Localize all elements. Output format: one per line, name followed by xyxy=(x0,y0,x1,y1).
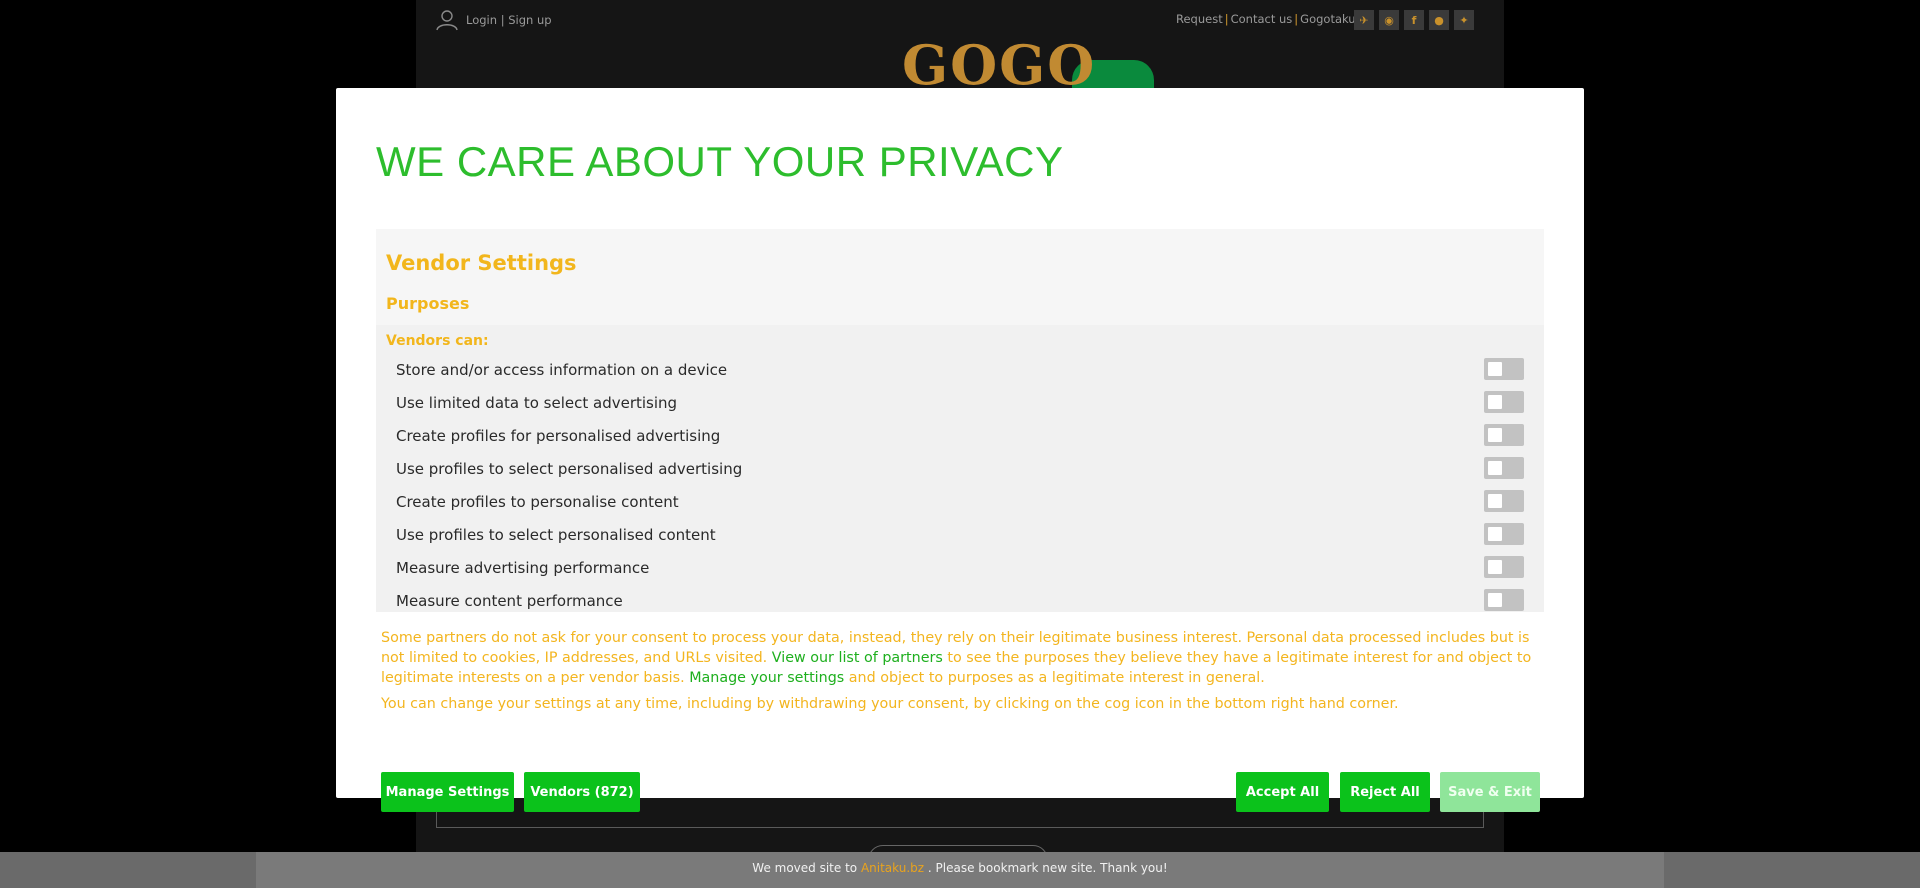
change-settings-text: You can change your settings at any time… xyxy=(381,696,1399,712)
logo-text: GOGO xyxy=(902,33,1097,97)
twitter-icon[interactable]: ✦ xyxy=(1454,10,1474,30)
purpose-label: Create profiles for personalised adverti… xyxy=(396,427,721,445)
toggle-knob xyxy=(1488,593,1502,607)
notice-suffix: . Please bookmark new site. Thank you! xyxy=(924,861,1168,875)
toggle-knob xyxy=(1488,362,1502,376)
modal-title: WE CARE ABOUT YOUR PRIVACY xyxy=(376,138,1064,185)
partners-list-link[interactable]: View our list of partners xyxy=(772,650,943,666)
toggle-knob xyxy=(1488,461,1502,475)
contact-link[interactable]: Contact us xyxy=(1231,12,1293,26)
save-exit-button[interactable]: Save & Exit xyxy=(1440,772,1540,812)
toggle-knob xyxy=(1488,527,1502,541)
purpose-row: Use limited data to select advertising xyxy=(376,388,1544,421)
purpose-toggle[interactable] xyxy=(1484,490,1524,512)
vendors-can-label: Vendors can: xyxy=(386,333,489,349)
login-separator: | xyxy=(500,13,505,27)
purpose-label: Create profiles to personalise content xyxy=(396,493,679,511)
login-signup: Login | Sign up xyxy=(466,13,552,27)
purpose-toggle[interactable] xyxy=(1484,457,1524,479)
vendor-settings-header: Vendor Settings Purposes xyxy=(376,229,1544,325)
purpose-label: Store and/or access information on a dev… xyxy=(396,361,728,379)
separator: | xyxy=(1294,12,1299,26)
purpose-label: Use profiles to select personalised cont… xyxy=(396,526,716,544)
toggle-knob xyxy=(1488,560,1502,574)
accept-all-button[interactable]: Accept All xyxy=(1236,772,1329,812)
purpose-label: Measure content performance xyxy=(396,592,623,610)
purpose-row: Create profiles to personalise content xyxy=(376,487,1544,520)
discord-icon[interactable]: ◉ xyxy=(1379,10,1399,30)
legit-text-part: and object to purposes as a legitimate i… xyxy=(844,670,1265,686)
privacy-modal: WE CARE ABOUT YOUR PRIVACY Vendor Settin… xyxy=(336,88,1584,812)
purpose-row: Use profiles to select personalised cont… xyxy=(376,520,1544,553)
manage-settings-link[interactable]: Manage your settings xyxy=(689,670,844,686)
purpose-toggle[interactable] xyxy=(1484,391,1524,413)
purpose-label: Measure advertising performance xyxy=(396,559,650,577)
manage-settings-button[interactable]: Manage Settings xyxy=(381,772,514,812)
site-moved-notice: We moved site to Anitaku.bz . Please boo… xyxy=(0,852,1920,888)
social-icons: ✈ ◉ f ● ✦ xyxy=(1354,10,1474,30)
purpose-toggle[interactable] xyxy=(1484,358,1524,380)
vendor-settings-panel[interactable]: Vendor Settings Purposes Vendors can: St… xyxy=(376,229,1544,612)
purpose-toggle[interactable] xyxy=(1484,556,1524,578)
new-site-link[interactable]: Anitaku.bz xyxy=(861,861,924,875)
legitimate-interest-text: Some partners do not ask for your consen… xyxy=(381,628,1541,688)
request-link[interactable]: Request xyxy=(1176,12,1223,26)
purpose-toggle[interactable] xyxy=(1484,523,1524,545)
gogotaku-link[interactable]: Gogotaku xyxy=(1300,12,1355,26)
purpose-row: Measure advertising performance xyxy=(376,553,1544,586)
vendor-settings-title: Vendor Settings xyxy=(386,251,577,275)
notice-prefix: We moved site to xyxy=(752,861,861,875)
notice-text: We moved site to Anitaku.bz . Please boo… xyxy=(0,861,1920,875)
site-logo[interactable]: GOGO xyxy=(902,33,1172,100)
purpose-toggle[interactable] xyxy=(1484,589,1524,611)
facebook-icon[interactable]: f xyxy=(1404,10,1424,30)
telegram-icon[interactable]: ✈ xyxy=(1354,10,1374,30)
separator: | xyxy=(1224,12,1229,26)
toggle-knob xyxy=(1488,395,1502,409)
toggle-knob xyxy=(1488,494,1502,508)
vendors-button[interactable]: Vendors (872) xyxy=(524,772,640,812)
purpose-row: Measure content performance xyxy=(376,586,1544,612)
purpose-label: Use limited data to select advertising xyxy=(396,394,678,412)
top-links: Request | Contact us | Gogotaku xyxy=(1176,12,1356,26)
user-icon[interactable] xyxy=(436,9,458,31)
toggle-knob xyxy=(1488,428,1502,442)
login-link[interactable]: Login xyxy=(466,13,497,27)
purpose-row: Store and/or access information on a dev… xyxy=(376,355,1544,388)
purpose-row: Use profiles to select personalised adve… xyxy=(376,454,1544,487)
reddit-icon[interactable]: ● xyxy=(1429,10,1449,30)
reject-all-button[interactable]: Reject All xyxy=(1340,772,1430,812)
signup-link[interactable]: Sign up xyxy=(508,13,551,27)
purpose-toggle[interactable] xyxy=(1484,424,1524,446)
purpose-row: Create profiles for personalised adverti… xyxy=(376,421,1544,454)
purposes-title: Purposes xyxy=(386,294,470,313)
purpose-label: Use profiles to select personalised adve… xyxy=(396,460,743,478)
